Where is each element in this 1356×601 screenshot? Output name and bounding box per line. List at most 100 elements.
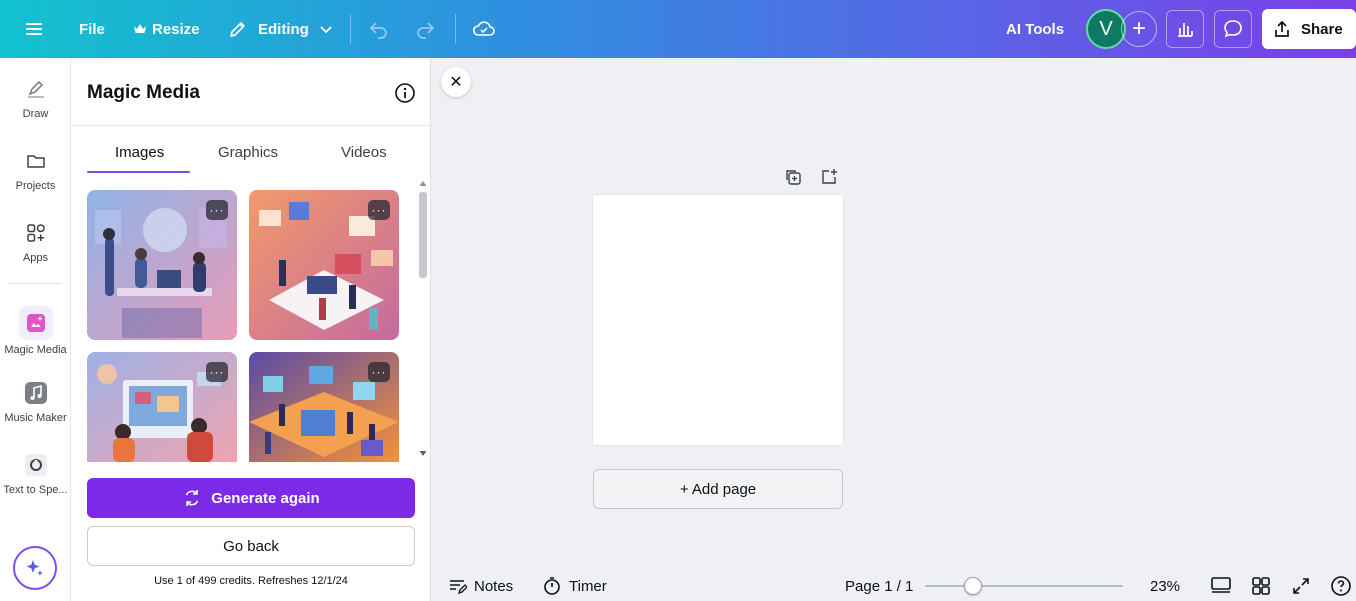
zoom-level[interactable]: 23% bbox=[1150, 572, 1180, 600]
duplicate-icon bbox=[786, 170, 801, 185]
generated-image-4[interactable]: ··· bbox=[249, 352, 399, 462]
magic-media-icon bbox=[18, 306, 53, 340]
add-page-button[interactable]: + Add page bbox=[593, 469, 843, 509]
toolbar-divider bbox=[350, 14, 351, 44]
toolbar-divider bbox=[455, 14, 456, 44]
comment-icon bbox=[1224, 20, 1242, 38]
tab-images[interactable]: Images bbox=[115, 144, 164, 161]
zoom-slider-track[interactable] bbox=[925, 585, 1123, 587]
crown-icon bbox=[134, 24, 146, 33]
rail-item-draw[interactable]: Draw bbox=[0, 74, 71, 120]
chevron-down-icon bbox=[320, 26, 332, 34]
rail-item-label: Projects bbox=[15, 180, 56, 192]
help-button[interactable] bbox=[1330, 572, 1352, 600]
undo-icon bbox=[369, 22, 387, 39]
notes-button[interactable]: Notes bbox=[447, 572, 513, 600]
zoom-slider-handle[interactable] bbox=[963, 577, 982, 595]
editing-label: Editing bbox=[258, 20, 309, 38]
close-icon: ✕ bbox=[449, 74, 463, 91]
rail-item-text-to-speech[interactable]: Text to Spe... bbox=[0, 450, 71, 496]
left-rail: Draw Projects Apps Magic Media Music Mak… bbox=[0, 58, 71, 601]
timer-icon bbox=[544, 577, 560, 595]
add-page-top-button[interactable] bbox=[819, 167, 839, 187]
design-page[interactable] bbox=[593, 195, 843, 445]
pages-view-icon bbox=[1211, 577, 1231, 593]
more-options-button[interactable]: ··· bbox=[206, 200, 228, 220]
bar-chart-icon bbox=[1178, 23, 1193, 37]
top-bar: File Resize Editing AI Tools V + Share bbox=[0, 0, 1356, 58]
undo-button[interactable] bbox=[368, 0, 390, 58]
notes-icon bbox=[450, 580, 467, 595]
more-options-button[interactable]: ··· bbox=[368, 200, 390, 220]
info-icon[interactable] bbox=[394, 82, 416, 104]
zoom-level-label: 23% bbox=[1150, 577, 1181, 595]
file-menu[interactable]: File bbox=[79, 0, 105, 58]
rail-item-music-maker[interactable]: Music Maker bbox=[0, 378, 71, 424]
page-view-button[interactable] bbox=[1210, 572, 1232, 600]
file-label: File bbox=[79, 20, 105, 38]
pen-icon bbox=[21, 74, 51, 104]
redo-button[interactable] bbox=[414, 0, 436, 58]
rail-item-label: Draw bbox=[22, 108, 49, 120]
rail-item-magic-media[interactable]: Magic Media bbox=[0, 306, 71, 356]
more-options-button[interactable]: ··· bbox=[368, 362, 390, 382]
active-tab-indicator bbox=[87, 171, 190, 173]
tab-videos[interactable]: Videos bbox=[341, 144, 387, 161]
generated-image-1[interactable]: ··· bbox=[87, 190, 237, 340]
magic-assistant-button[interactable] bbox=[13, 546, 57, 590]
upload-icon bbox=[1275, 20, 1289, 37]
editing-dropdown[interactable]: Editing bbox=[228, 0, 333, 58]
refresh-icon bbox=[186, 490, 199, 506]
grid-icon bbox=[1252, 577, 1270, 595]
avatar[interactable]: V bbox=[1086, 9, 1126, 49]
ai-tools-label: AI Tools bbox=[1006, 20, 1065, 38]
timer-button[interactable]: Timer bbox=[542, 572, 607, 600]
rail-item-apps[interactable]: Apps bbox=[0, 218, 71, 264]
generate-again-button[interactable]: Generate again bbox=[87, 478, 415, 518]
panel-title: Magic Media bbox=[87, 82, 200, 103]
redo-icon bbox=[417, 22, 435, 39]
grid-view-button[interactable] bbox=[1251, 572, 1271, 600]
close-panel-button[interactable]: ✕ bbox=[441, 67, 471, 97]
go-back-label: Go back bbox=[223, 537, 279, 555]
rail-item-label: Music Maker bbox=[4, 412, 67, 424]
resize-button[interactable]: Resize bbox=[133, 0, 200, 58]
cloud-check-icon bbox=[472, 21, 495, 36]
add-collaborator-button[interactable]: + bbox=[1121, 11, 1157, 47]
panel-scrollbar[interactable] bbox=[416, 176, 430, 462]
add-page-label: + Add page bbox=[679, 480, 757, 498]
rail-item-projects[interactable]: Projects bbox=[0, 146, 71, 192]
timer-label: Timer bbox=[569, 577, 607, 595]
avatar-initial: V bbox=[1099, 17, 1113, 40]
rail-item-label: Apps bbox=[22, 252, 49, 264]
resize-label: Resize bbox=[152, 20, 200, 38]
apps-grid-icon bbox=[21, 218, 51, 248]
page-indicator[interactable]: Page 1 / 1 bbox=[845, 572, 913, 600]
notes-label: Notes bbox=[474, 577, 514, 595]
save-status-button[interactable] bbox=[472, 0, 496, 58]
comments-button[interactable] bbox=[1214, 10, 1252, 48]
fullscreen-button[interactable] bbox=[1291, 572, 1311, 600]
pencil-icon bbox=[230, 22, 245, 37]
sparkle-icon bbox=[26, 560, 43, 576]
help-icon bbox=[1331, 576, 1351, 596]
ai-tools-button[interactable]: AI Tools bbox=[1006, 0, 1064, 58]
add-page-icon bbox=[822, 169, 837, 184]
page-indicator-label: Page 1 / 1 bbox=[845, 577, 914, 595]
go-back-button[interactable]: Go back bbox=[87, 526, 415, 566]
generated-image-2[interactable]: ··· bbox=[249, 190, 399, 340]
insights-button[interactable] bbox=[1166, 10, 1204, 48]
rail-divider bbox=[8, 283, 62, 284]
hamburger-icon bbox=[26, 23, 42, 35]
rail-item-label: Text to Spe... bbox=[3, 484, 68, 496]
expand-icon bbox=[1293, 578, 1309, 594]
duplicate-page-button[interactable] bbox=[783, 167, 803, 187]
more-options-button[interactable]: ··· bbox=[206, 362, 228, 382]
generated-image-3[interactable]: ··· bbox=[87, 352, 237, 462]
panel-divider bbox=[71, 125, 430, 126]
tab-graphics[interactable]: Graphics bbox=[218, 144, 278, 161]
menu-button[interactable] bbox=[24, 0, 44, 58]
music-note-icon bbox=[21, 378, 51, 408]
rail-item-label: Magic Media bbox=[4, 344, 67, 356]
share-button[interactable]: Share bbox=[1262, 9, 1356, 49]
